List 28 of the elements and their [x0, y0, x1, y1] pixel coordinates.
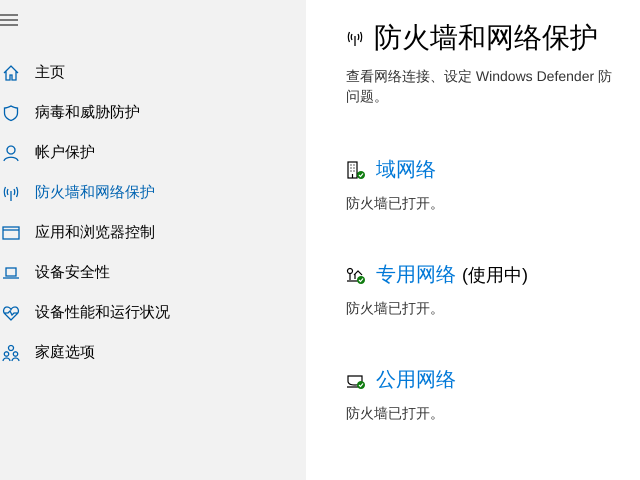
- description-text: 问题。: [346, 87, 388, 106]
- firewall-status: 防火墙已打开。: [346, 404, 444, 423]
- network-link[interactable]: 专用网络: [376, 260, 456, 290]
- heart-icon: [2, 304, 20, 322]
- antenna-icon: [2, 184, 20, 202]
- shield-icon: [2, 104, 20, 122]
- sidebar-item[interactable]: 设备性能和运行状况: [0, 293, 306, 333]
- page-title: 防火墙和网络保护: [374, 21, 598, 55]
- antenna-icon: [346, 29, 364, 47]
- network-link[interactable]: 公用网络: [376, 365, 456, 395]
- sidebar-item[interactable]: 设备安全性: [0, 253, 306, 293]
- firewall-status: 防火墙已打开。: [346, 299, 444, 318]
- window-icon: [2, 224, 20, 242]
- network-link[interactable]: 域网络: [376, 155, 436, 185]
- sidebar-item[interactable]: 帐户保护: [0, 133, 306, 173]
- building-icon: [346, 160, 366, 180]
- firewall-status: 防火墙已打开。: [346, 194, 444, 213]
- home-icon: [2, 64, 20, 82]
- house-icon: [346, 265, 366, 285]
- sidebar-item[interactable]: 主页: [0, 53, 306, 93]
- sidebar-item[interactable]: 防火墙和网络保护: [0, 173, 306, 213]
- person-icon: [2, 144, 20, 162]
- sidebar-item[interactable]: 家庭选项: [0, 333, 306, 373]
- description-text: 查看网络连接、设定 Windows Defender 防: [346, 67, 612, 86]
- in-use-label: (使用中): [462, 264, 528, 287]
- sidebar-item[interactable]: 应用和浏览器控制: [0, 213, 306, 253]
- family-icon: [2, 344, 20, 362]
- sidebar-item[interactable]: 病毒和威胁防护: [0, 93, 306, 133]
